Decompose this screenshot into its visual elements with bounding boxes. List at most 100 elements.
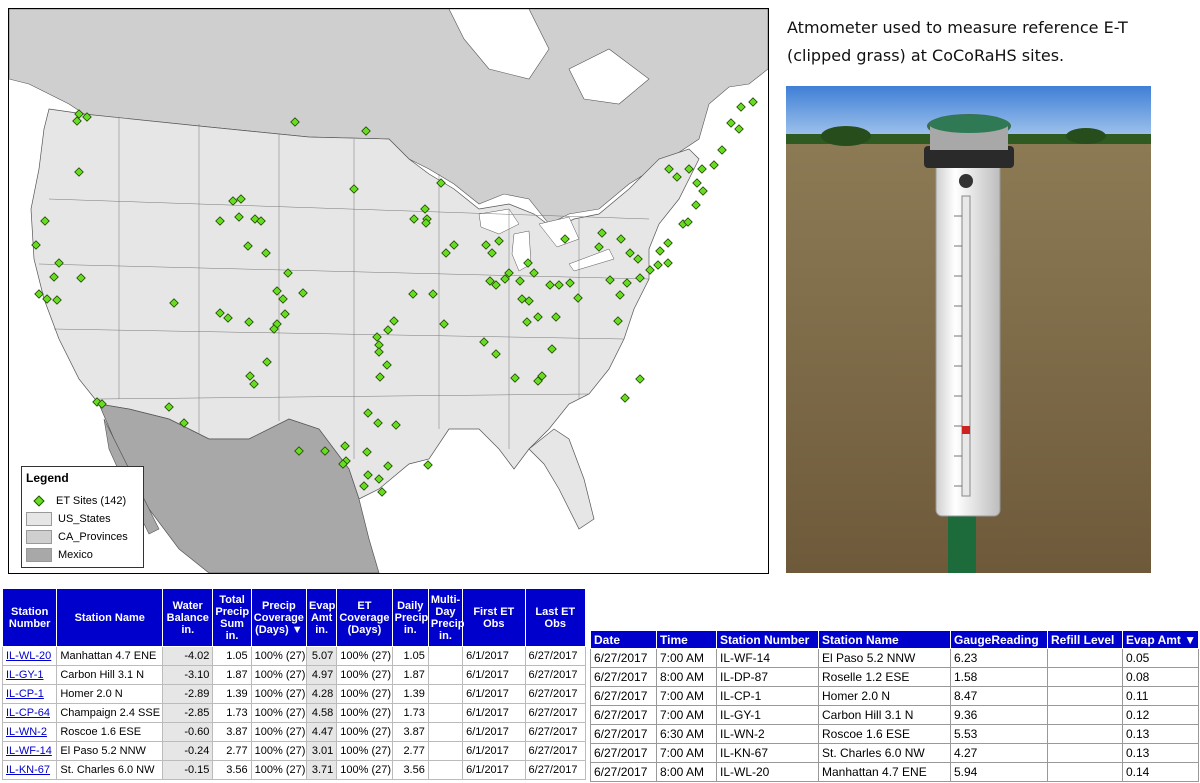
table-cell: 4.47 <box>306 722 338 742</box>
col-header-gauge-reading[interactable]: GaugeReading <box>950 630 1048 649</box>
et-site-marker <box>748 97 758 107</box>
table-cell: 6/1/2017 <box>462 703 526 723</box>
table-cell: El Paso 5.2 NNW <box>56 741 164 761</box>
ca-provinces-swatch <box>26 530 52 544</box>
col-header-date[interactable]: Date <box>590 630 657 649</box>
table-cell: 3.71 <box>306 760 338 780</box>
table-cell: -3.10 <box>162 665 214 685</box>
legend-item-et-sites: ET Sites (142) <box>26 493 126 509</box>
station-number-link[interactable]: IL-WN-2 <box>6 726 47 738</box>
station-number-link[interactable]: IL-CP-1 <box>6 688 44 700</box>
table-cell: 6/27/2017 <box>590 724 657 744</box>
table-cell: 100% (27) <box>336 684 393 704</box>
table-cell: 0.05 <box>1122 648 1199 668</box>
station-link-cell[interactable]: IL-WN-2 <box>1 722 58 742</box>
table-cell <box>427 703 464 723</box>
table-cell: 100% (27) <box>250 741 308 761</box>
station-link-cell[interactable]: IL-CP-64 <box>1 703 58 723</box>
table-cell: 6/27/2017 <box>524 760 587 780</box>
table-cell: IL-CP-1 <box>716 686 819 706</box>
table-cell: 6/27/2017 <box>590 686 657 706</box>
col-header-et-coverage[interactable]: ET Coverage (Days) <box>336 588 393 647</box>
col-header-water-balance[interactable]: Water Balance in. <box>162 588 214 647</box>
col-header-evap-amt[interactable]: Evap Amt in. <box>306 588 338 647</box>
station-number-link[interactable]: IL-WL-20 <box>6 650 51 662</box>
table-cell <box>427 741 464 761</box>
table-cell <box>1047 762 1123 782</box>
table-cell: 6/27/2017 <box>590 648 657 668</box>
table-cell: 6:30 AM <box>656 724 717 744</box>
col-header-precip-coverage[interactable]: Precip Coverage (Days) ▼ <box>250 588 308 647</box>
et-site-marker <box>726 118 736 128</box>
col-header-station-name[interactable]: Station Name <box>818 630 951 649</box>
table-cell: IL-GY-1 <box>716 705 819 725</box>
station-link-cell[interactable]: IL-WL-20 <box>1 646 58 666</box>
table-cell: Carbon Hill 3.1 N <box>818 705 951 725</box>
table-cell: 1.87 <box>212 665 252 685</box>
table-cell: 0.14 <box>1122 762 1199 782</box>
col-header-total-precip[interactable]: Total Precip Sum in. <box>212 588 252 647</box>
et-site-marker <box>663 258 673 268</box>
table-cell: -0.15 <box>162 760 214 780</box>
col-header-first-et-obs[interactable]: First ET Obs <box>462 588 526 647</box>
station-number-link[interactable]: IL-CP-64 <box>6 707 50 719</box>
table-cell <box>427 760 464 780</box>
table-cell: -2.85 <box>162 703 214 723</box>
table-cell: IL-WF-14 <box>716 648 819 668</box>
table-cell: 0.12 <box>1122 705 1199 725</box>
col-header-time[interactable]: Time <box>656 630 717 649</box>
station-link-cell[interactable]: IL-KN-67 <box>1 760 58 780</box>
table-cell <box>1047 648 1123 668</box>
table-cell: 7:00 AM <box>656 648 717 668</box>
table-cell: 6/27/2017 <box>590 667 657 687</box>
station-number-link[interactable]: IL-GY-1 <box>6 669 44 681</box>
col-header-refill-level[interactable]: Refill Level <box>1047 630 1123 649</box>
station-number-link[interactable]: IL-WF-14 <box>6 745 52 757</box>
table-cell: Manhattan 4.7 ENE <box>56 646 164 666</box>
table-cell: 6/27/2017 <box>524 741 587 761</box>
station-link-cell[interactable]: IL-GY-1 <box>1 665 58 685</box>
table-cell: 0.13 <box>1122 724 1199 744</box>
col-header-station-name[interactable]: Station Name <box>56 588 164 647</box>
table-cell: IL-KN-67 <box>716 743 819 763</box>
table-cell: Homer 2.0 N <box>818 686 951 706</box>
table-cell: 3.56 <box>391 760 429 780</box>
legend-label: ET Sites (142) <box>56 495 127 507</box>
table-header-row: Station Number Station Name Water Balanc… <box>1 588 587 647</box>
table-cell: 6.23 <box>950 648 1048 668</box>
table-cell: 6/27/2017 <box>524 684 587 704</box>
table-cell <box>1047 686 1123 706</box>
table-cell: 100% (27) <box>250 722 308 742</box>
station-link-cell[interactable]: IL-WF-14 <box>1 741 58 761</box>
table-cell: 8:00 AM <box>656 762 717 782</box>
table-cell: 6/27/2017 <box>590 762 657 782</box>
table-cell: 4.28 <box>306 684 338 704</box>
col-header-station-number[interactable]: Station Number <box>1 588 58 647</box>
station-link-cell[interactable]: IL-CP-1 <box>1 684 58 704</box>
mexico-swatch <box>26 548 52 562</box>
col-header-evap-amt[interactable]: Evap Amt ▼ <box>1122 630 1199 649</box>
station-number-link[interactable]: IL-KN-67 <box>6 764 50 776</box>
table-cell: 1.87 <box>391 665 429 685</box>
col-header-last-et-obs[interactable]: Last ET Obs <box>524 588 587 647</box>
table-cell: 100% (27) <box>336 741 393 761</box>
table-cell: 3.87 <box>212 722 252 742</box>
col-header-multi-day-precip[interactable]: Multi-Day Precip in. <box>427 588 465 647</box>
table-cell: 8.47 <box>950 686 1048 706</box>
table-cell: 6/27/2017 <box>524 722 587 742</box>
table-cell: 4.97 <box>306 665 338 685</box>
table-row: IL-WN-2 Roscoe 1.6 ESE -0.60 3.87 100% (27) 4… <box>1 722 587 742</box>
table-row: IL-KN-67 St. Charles 6.0 NW -0.15 3.56 100% … <box>1 760 587 780</box>
table-cell: 6/1/2017 <box>462 665 526 685</box>
col-header-daily-precip[interactable]: Daily Precip in. <box>391 588 429 647</box>
table-cell: -0.60 <box>162 722 214 742</box>
col-header-station-number[interactable]: Station Number <box>716 630 819 649</box>
table-cell: Manhattan 4.7 ENE <box>818 762 951 782</box>
et-site-marker <box>717 145 727 155</box>
table-row: IL-WF-14 El Paso 5.2 NNW -0.24 2.77 100% (27… <box>1 741 587 761</box>
table-cell: 4.58 <box>306 703 338 723</box>
table-cell: 100% (27) <box>250 684 308 704</box>
table-cell: -0.24 <box>162 741 214 761</box>
table-row: 6/27/2017 7:00 AM IL-GY-1 Carbon Hill 3.1 N… <box>590 705 1199 725</box>
legend-item-ca-provinces: CA_Provinces <box>26 529 128 545</box>
